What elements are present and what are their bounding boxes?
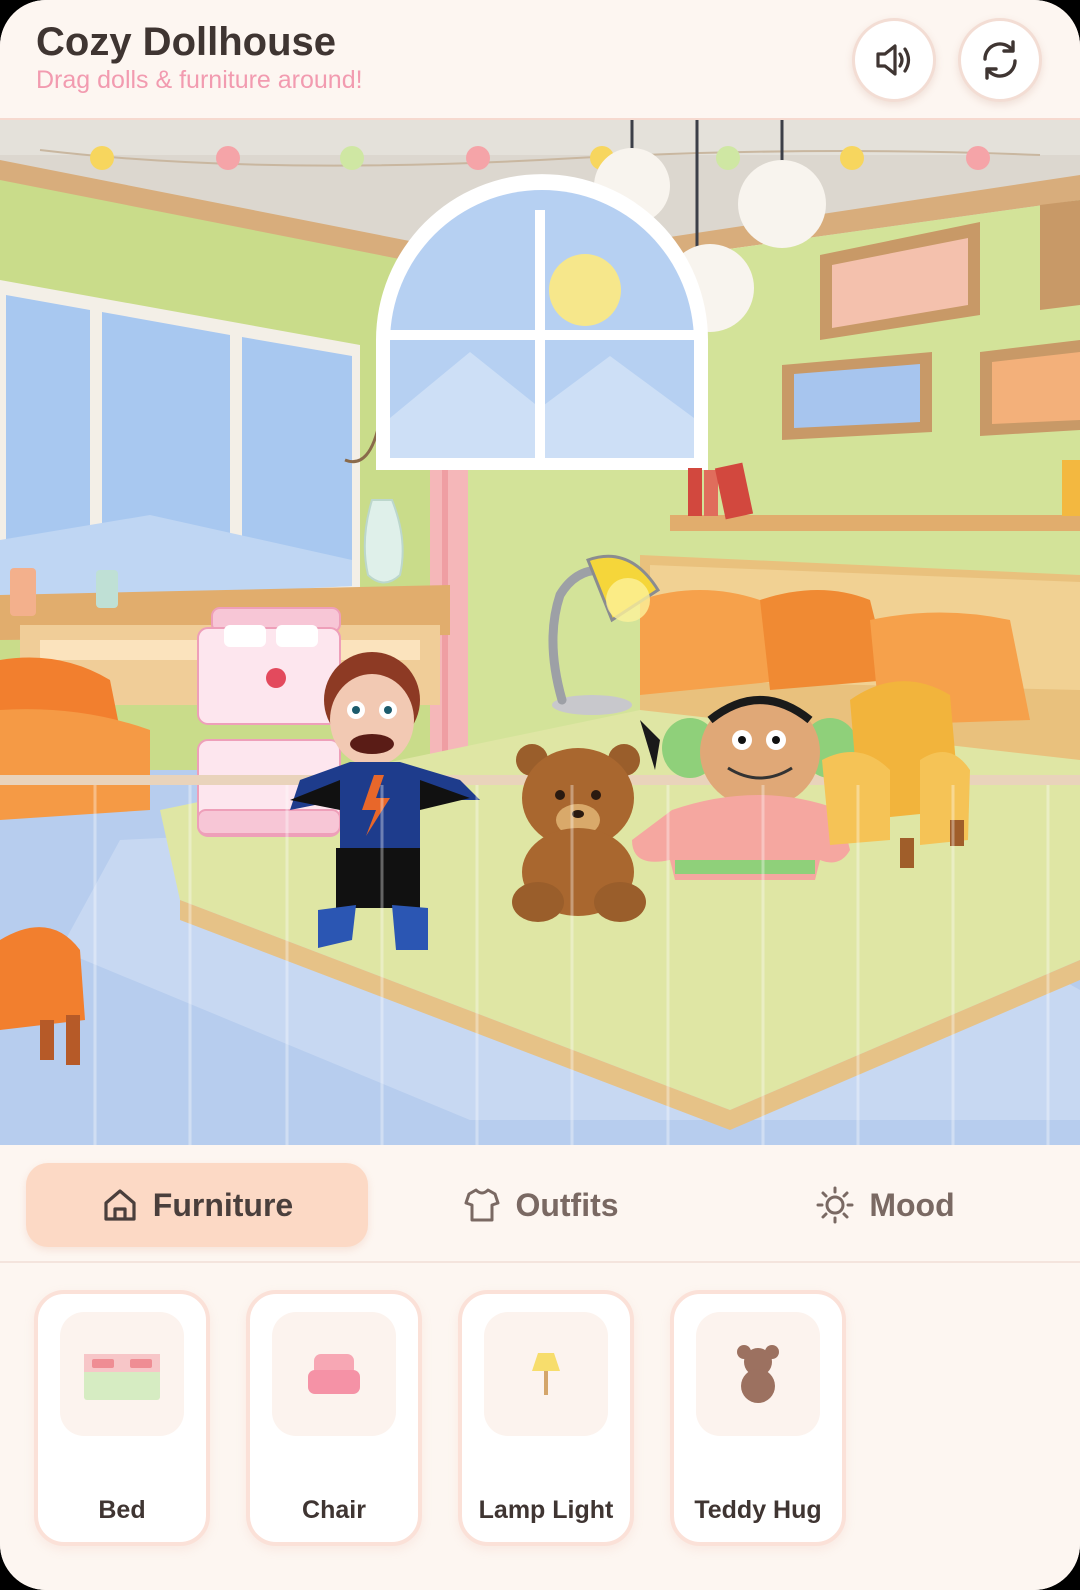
item-thumb bbox=[696, 1312, 820, 1436]
dollhouse-scene[interactable] bbox=[0, 120, 1080, 1145]
header: Cozy Dollhouse Drag dolls & furniture ar… bbox=[0, 0, 1080, 120]
tab-furniture-label: Furniture bbox=[152, 1186, 294, 1223]
page-title: Cozy Dollhouse bbox=[36, 20, 337, 64]
tab-furniture[interactable]: Furniture bbox=[26, 1163, 368, 1247]
page-subtitle: Drag dolls & furniture around! bbox=[36, 66, 363, 94]
chair-icon bbox=[308, 1354, 360, 1394]
refresh-arrows-icon bbox=[983, 40, 1017, 80]
item-thumb bbox=[60, 1312, 184, 1436]
teddy-bear-icon bbox=[737, 1345, 779, 1403]
item-card-lamp-light[interactable]: Lamp Light bbox=[458, 1290, 634, 1546]
item-label: Chair bbox=[302, 1496, 366, 1524]
tab-mood-label: Mood bbox=[869, 1186, 955, 1223]
category-tabs: Furniture Outfits Mood bbox=[0, 1145, 1080, 1263]
item-label: Bed bbox=[98, 1496, 146, 1524]
item-label: Teddy Hug bbox=[694, 1496, 822, 1524]
item-thumb bbox=[272, 1312, 396, 1436]
reset-button[interactable] bbox=[958, 18, 1042, 102]
item-card-teddy-hug[interactable]: Teddy Hug bbox=[670, 1290, 846, 1546]
home-icon bbox=[104, 1189, 136, 1221]
bed-icon bbox=[84, 1354, 160, 1400]
lamp-icon bbox=[532, 1353, 560, 1395]
tab-outfits[interactable]: Outfits bbox=[370, 1163, 712, 1247]
item-thumb bbox=[484, 1312, 608, 1436]
sun-icon bbox=[816, 1186, 854, 1224]
item-label: Lamp Light bbox=[478, 1496, 614, 1524]
speaker-volume-icon bbox=[876, 44, 911, 76]
sound-button[interactable] bbox=[852, 18, 936, 102]
item-card-bed[interactable]: Bed bbox=[34, 1290, 210, 1546]
shirt-icon bbox=[464, 1188, 500, 1222]
item-tray: Bed Chair Lamp Light Teddy Hug bbox=[0, 1263, 1080, 1590]
room-illustration bbox=[0, 120, 1080, 1145]
tab-outfits-label: Outfits bbox=[515, 1186, 619, 1223]
item-card-chair[interactable]: Chair bbox=[246, 1290, 422, 1546]
tab-mood[interactable]: Mood bbox=[714, 1163, 1056, 1247]
app-window: Cozy Dollhouse Drag dolls & furniture ar… bbox=[0, 0, 1080, 1590]
